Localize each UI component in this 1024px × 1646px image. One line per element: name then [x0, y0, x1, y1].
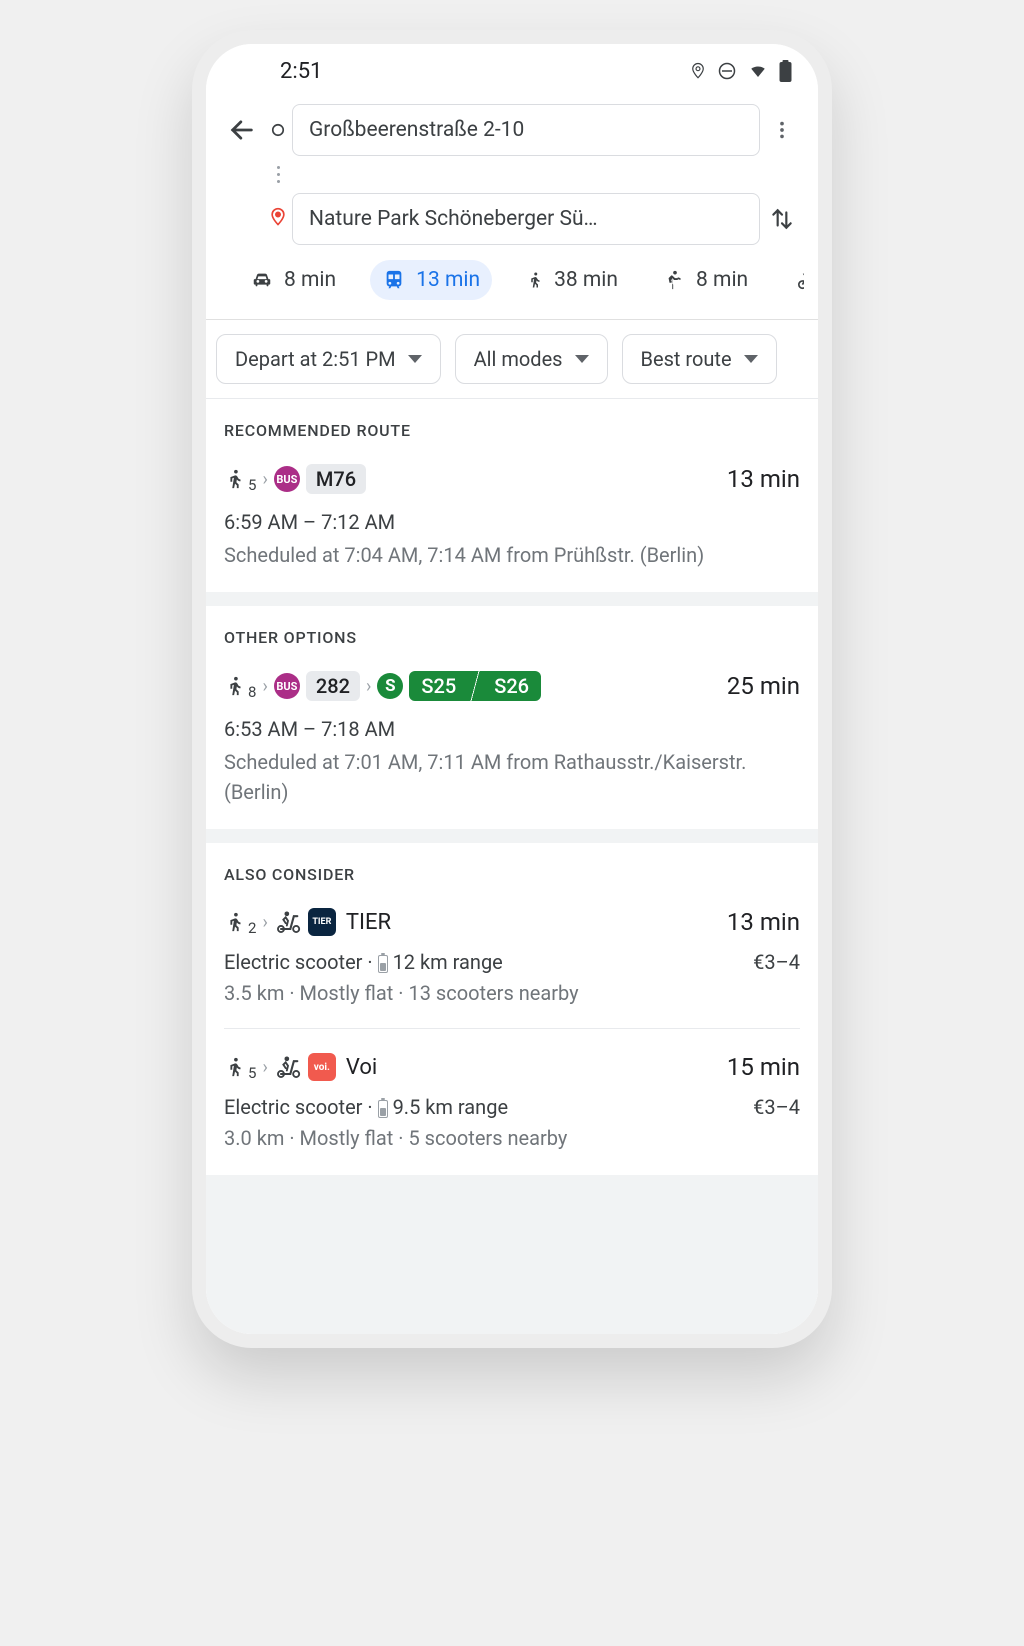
battery-level-icon	[378, 1100, 388, 1118]
mode-transit-label: 13 min	[416, 268, 480, 292]
wifi-icon	[747, 62, 769, 80]
modes-label: All modes	[474, 347, 563, 371]
results-list[interactable]: RECOMMENDED ROUTE 5 › BUS M76 13 min 6:5…	[206, 399, 818, 1334]
range: 9.5 km range	[393, 1095, 509, 1119]
chevron-icon: ›	[262, 1057, 267, 1078]
origin-field[interactable]: Großbeerenstraße 2-10	[292, 104, 760, 156]
brand-name: Voi	[346, 1055, 377, 1080]
location-icon	[689, 60, 707, 82]
sbahn-line: S25	[409, 671, 468, 701]
walk-segment: 2	[224, 909, 256, 935]
mode-car-label: 8 min	[284, 268, 336, 292]
back-button[interactable]	[220, 108, 264, 152]
price: €3–4	[710, 950, 800, 974]
route-detail: 3.0 km · Mostly flat · 5 scooters nearby	[224, 1123, 710, 1153]
range: 12 km range	[393, 950, 503, 974]
walk-segment: 5	[224, 1054, 256, 1080]
route-steps: 5 › voi. Voi	[224, 1053, 377, 1081]
route-steps: 2 › TIER TIER	[224, 908, 391, 936]
scooter-icon	[274, 1053, 302, 1081]
battery-level-icon	[378, 955, 388, 973]
chevron-icon: ›	[262, 469, 267, 490]
walk-minutes: 2	[248, 919, 256, 937]
route-duration: 15 min	[727, 1053, 800, 1081]
price: €3–4	[710, 1095, 800, 1119]
origin-icon	[266, 118, 290, 142]
route-duration: 13 min	[727, 908, 800, 936]
swap-button[interactable]	[760, 197, 804, 241]
route-steps: 8 › BUS 282 › S S25 S26	[224, 671, 541, 701]
status-bar: 2:51	[206, 44, 818, 98]
mode-walk-label: 38 min	[554, 268, 618, 292]
route-card[interactable]: 5 › BUS M76 13 min 6:59 AM – 7:12 AM Sch…	[206, 454, 818, 592]
walk-minutes: 5	[248, 476, 256, 494]
mode-tab-ride[interactable]: 8 min	[652, 259, 760, 301]
sbahn-line: S26	[482, 671, 541, 701]
brand-name: TIER	[346, 910, 391, 935]
mode-ride-label: 8 min	[696, 268, 748, 292]
destination-icon	[268, 205, 288, 233]
route-detail: Scheduled at 7:01 AM, 7:11 AM from Ratha…	[224, 747, 800, 807]
route-duration: 13 min	[727, 465, 800, 493]
route-detail: Scheduled at 7:04 AM, 7:14 AM from Prühß…	[224, 540, 800, 570]
route-times: 6:59 AM – 7:12 AM	[224, 510, 800, 534]
pref-label: Best route	[641, 347, 732, 371]
bus-icon: BUS	[274, 466, 300, 492]
mode-tab-transit[interactable]: 13 min	[370, 260, 492, 300]
section-other: OTHER OPTIONS	[206, 606, 818, 661]
tier-logo-icon: TIER	[308, 908, 336, 936]
walk-segment: 5	[224, 466, 256, 492]
chevron-icon: ›	[366, 676, 371, 697]
sbahn-lines: S25 S26	[409, 671, 541, 701]
status-tray	[689, 60, 792, 82]
route-detail: 3.5 km · Mostly flat · 13 scooters nearb…	[224, 978, 710, 1008]
dnd-icon	[717, 61, 737, 81]
filter-bar: Depart at 2:51 PM All modes Best route	[206, 320, 818, 399]
vehicle-type: Electric scooter ·	[224, 1095, 378, 1119]
caret-icon	[575, 355, 589, 363]
chevron-icon: ›	[262, 912, 267, 933]
destination-text: Nature Park Schöneberger Sü…	[309, 207, 598, 231]
route-card[interactable]: 5 › voi. Voi 15 min Electric scooter ·	[206, 1029, 818, 1175]
route-times: 6:53 AM – 7:18 AM	[224, 717, 800, 741]
walk-segment: 8	[224, 673, 256, 699]
modes-chip[interactable]: All modes	[455, 334, 608, 384]
slash-icon	[468, 671, 482, 701]
sbahn-icon: S	[377, 673, 403, 699]
caret-icon	[744, 355, 758, 363]
origin-text: Großbeerenstraße 2-10	[309, 118, 524, 142]
walk-minutes: 8	[248, 683, 256, 701]
battery-icon	[779, 60, 792, 82]
route-header: Großbeerenstraße 2-10 Nature Park Schöne…	[206, 98, 818, 319]
mode-tabs: 8 min 13 min 38 min 8 min	[220, 245, 804, 319]
route-card[interactable]: 8 › BUS 282 › S S25 S26 25 min 6:53 AM –…	[206, 661, 818, 829]
route-card[interactable]: 2 › TIER TIER 13 min Electric scooter ·	[206, 898, 818, 1028]
vehicle-type: Electric scooter ·	[224, 950, 378, 974]
depart-label: Depart at 2:51 PM	[235, 347, 396, 371]
mode-tab-bike[interactable]	[782, 261, 804, 299]
voi-logo-icon: voi.	[308, 1053, 336, 1081]
bus-line: 282	[306, 671, 360, 701]
route-steps: 5 › BUS M76	[224, 464, 366, 494]
phone-frame: 2:51 Großbeerenstraße 2-10	[192, 30, 832, 1348]
caret-icon	[408, 355, 422, 363]
destination-field[interactable]: Nature Park Schöneberger Sü…	[292, 193, 760, 245]
chevron-icon: ›	[262, 676, 267, 697]
bus-icon: BUS	[274, 673, 300, 699]
depart-chip[interactable]: Depart at 2:51 PM	[216, 334, 441, 384]
mode-tab-car[interactable]: 8 min	[238, 260, 348, 300]
clock: 2:51	[280, 59, 322, 84]
screen: 2:51 Großbeerenstraße 2-10	[206, 44, 818, 1334]
walk-minutes: 5	[248, 1064, 256, 1082]
section-also: ALSO CONSIDER	[206, 843, 818, 898]
section-recommended: RECOMMENDED ROUTE	[206, 399, 818, 454]
mode-tab-walk[interactable]: 38 min	[514, 259, 630, 301]
bus-line: M76	[306, 464, 366, 494]
more-button[interactable]	[760, 108, 804, 152]
scooter-icon	[274, 908, 302, 936]
pref-chip[interactable]: Best route	[622, 334, 777, 384]
route-duration: 25 min	[727, 672, 800, 700]
